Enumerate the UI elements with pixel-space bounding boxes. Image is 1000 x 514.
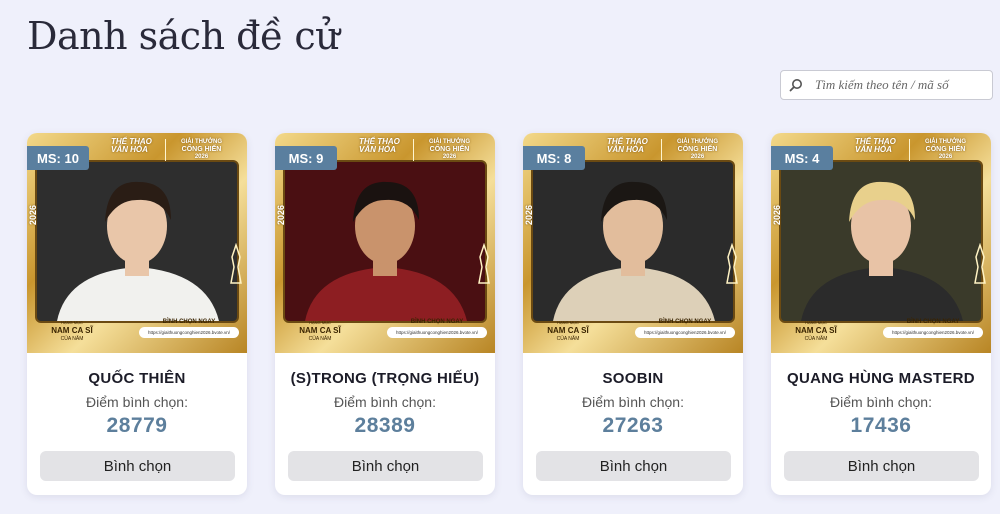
- year-label: 2026: [772, 204, 782, 225]
- award-logo: GIẢI THƯỞNG CỐNG HIẾN 2026: [909, 139, 979, 161]
- vote-button[interactable]: Bình chọn: [288, 451, 483, 481]
- nominee-poster[interactable]: THỂ THAO VĂN HÓA GIẢI THƯỞNG CỐNG HIẾN 20…: [523, 133, 743, 353]
- nominee-number-badge: MS: 9: [275, 146, 337, 170]
- brand-logo: THỂ THAO VĂN HÓA: [111, 137, 152, 154]
- score-label: Điểm bình chọn:: [830, 394, 932, 410]
- nominee-name: QUỐC THIÊN: [88, 370, 186, 387]
- award-category: HẠNG MỤC NAM CA SĨ CỦA NĂM: [299, 320, 341, 342]
- nominee-name: (S)TRONG (TRỌNG HIẾU): [290, 370, 480, 387]
- nominee-card[interactable]: THỂ THAO VĂN HÓA GIẢI THƯỞNG CỐNG HIẾN 20…: [771, 133, 991, 495]
- nominee-name: SOOBIN: [602, 370, 664, 387]
- nominee-number-badge: MS: 4: [771, 146, 833, 170]
- score-label: Điểm bình chọn:: [582, 394, 684, 410]
- nominee-photo: [531, 160, 735, 323]
- nominee-poster[interactable]: THỂ THAO VĂN HÓA GIẢI THƯỞNG CỐNG HIẾN 20…: [275, 133, 495, 353]
- nominee-number-badge: MS: 10: [27, 146, 89, 170]
- nominee-poster[interactable]: THỂ THAO VĂN HÓA GIẢI THƯỞNG CỐNG HIẾN 20…: [771, 133, 991, 353]
- brand-logo: THỂ THAO VĂN HÓA: [855, 137, 896, 154]
- vote-link: https://giaithuongconghien2026.bvote.vn/: [387, 327, 487, 338]
- search-input[interactable]: [811, 77, 986, 93]
- award-category: HẠNG MỤC NAM CA SĨ CỦA NĂM: [547, 320, 589, 342]
- vote-score: 17436: [850, 414, 912, 437]
- vote-now-label: BÌNH CHỌN NGAY: [410, 319, 464, 325]
- vote-button[interactable]: Bình chọn: [784, 451, 979, 481]
- vote-now-label: BÌNH CHỌN NGAY: [658, 319, 712, 325]
- page-title: Danh sách đề cử: [27, 14, 340, 58]
- nominee-poster[interactable]: THỂ THAO VĂN HÓA GIẢI THƯỞNG CỐNG HIẾN 20…: [27, 133, 247, 353]
- vote-now-label: BÌNH CHỌN NGAY: [162, 319, 216, 325]
- nominee-photo: [283, 160, 487, 323]
- year-label: 2026: [276, 204, 286, 225]
- nominee-card[interactable]: THỂ THAO VĂN HÓA GIẢI THƯỞNG CỐNG HIẾN 20…: [275, 133, 495, 495]
- trophy-icon: [478, 243, 490, 284]
- year-label: 2026: [28, 204, 38, 225]
- vote-link: https://giaithuongconghien2026.bvote.vn/: [635, 327, 735, 338]
- vote-score: 27263: [602, 414, 664, 437]
- search-icon[interactable]: [781, 78, 811, 92]
- nominee-card[interactable]: THỂ THAO VĂN HÓA GIẢI THƯỞNG CỐNG HIẾN 20…: [523, 133, 743, 495]
- score-label: Điểm bình chọn:: [86, 394, 188, 410]
- award-logo: GIẢI THƯỞNG CỐNG HIẾN 2026: [165, 139, 235, 161]
- year-label: 2026: [524, 204, 534, 225]
- vote-score: 28779: [106, 414, 168, 437]
- vote-button[interactable]: Bình chọn: [536, 451, 731, 481]
- award-logo: GIẢI THƯỞNG CỐNG HIẾN 2026: [661, 139, 731, 161]
- brand-logo: THỂ THAO VĂN HÓA: [359, 137, 400, 154]
- brand-logo: THỂ THAO VĂN HÓA: [607, 137, 648, 154]
- nominee-name: QUANG HÙNG MASTERD: [787, 370, 975, 387]
- vote-link: https://giaithuongconghien2026.bvote.vn/: [139, 327, 239, 338]
- search-box[interactable]: [780, 70, 993, 100]
- vote-now-label: BÌNH CHỌN NGAY: [906, 319, 960, 325]
- trophy-icon: [726, 243, 738, 284]
- trophy-icon: [974, 243, 986, 284]
- award-category: HẠNG MỤC NAM CA SĨ CỦA NĂM: [51, 320, 93, 342]
- score-label: Điểm bình chọn:: [334, 394, 436, 410]
- trophy-icon: [230, 243, 242, 284]
- nominee-card[interactable]: THỂ THAO VĂN HÓA GIẢI THƯỞNG CỐNG HIẾN 20…: [27, 133, 247, 495]
- award-category: HẠNG MỤC NAM CA SĨ CỦA NĂM: [795, 320, 837, 342]
- nominee-number-badge: MS: 8: [523, 146, 585, 170]
- vote-score: 28389: [354, 414, 416, 437]
- nominee-photo: [779, 160, 983, 323]
- vote-button[interactable]: Bình chọn: [40, 451, 235, 481]
- vote-link: https://giaithuongconghien2026.bvote.vn/: [883, 327, 983, 338]
- award-logo: GIẢI THƯỞNG CỐNG HIẾN 2026: [413, 139, 483, 161]
- nominee-photo: [35, 160, 239, 323]
